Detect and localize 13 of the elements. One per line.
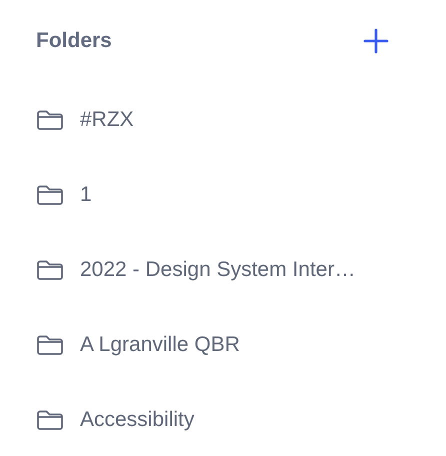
- folder-item[interactable]: 2022 - Design System Inter…: [36, 255, 446, 285]
- plus-icon: [363, 28, 389, 54]
- section-title: Folders: [36, 29, 112, 53]
- folder-item[interactable]: Accessibility: [36, 405, 446, 435]
- folder-icon: [36, 109, 64, 131]
- folder-icon: [36, 409, 64, 431]
- folder-icon: [36, 259, 64, 281]
- folder-item[interactable]: #RZX: [36, 105, 446, 135]
- folder-item[interactable]: 1: [36, 180, 446, 210]
- folder-item[interactable]: A Lgranville QBR: [36, 330, 446, 360]
- folder-icon: [36, 184, 64, 206]
- folder-icon: [36, 334, 64, 356]
- add-folder-button[interactable]: [363, 28, 389, 54]
